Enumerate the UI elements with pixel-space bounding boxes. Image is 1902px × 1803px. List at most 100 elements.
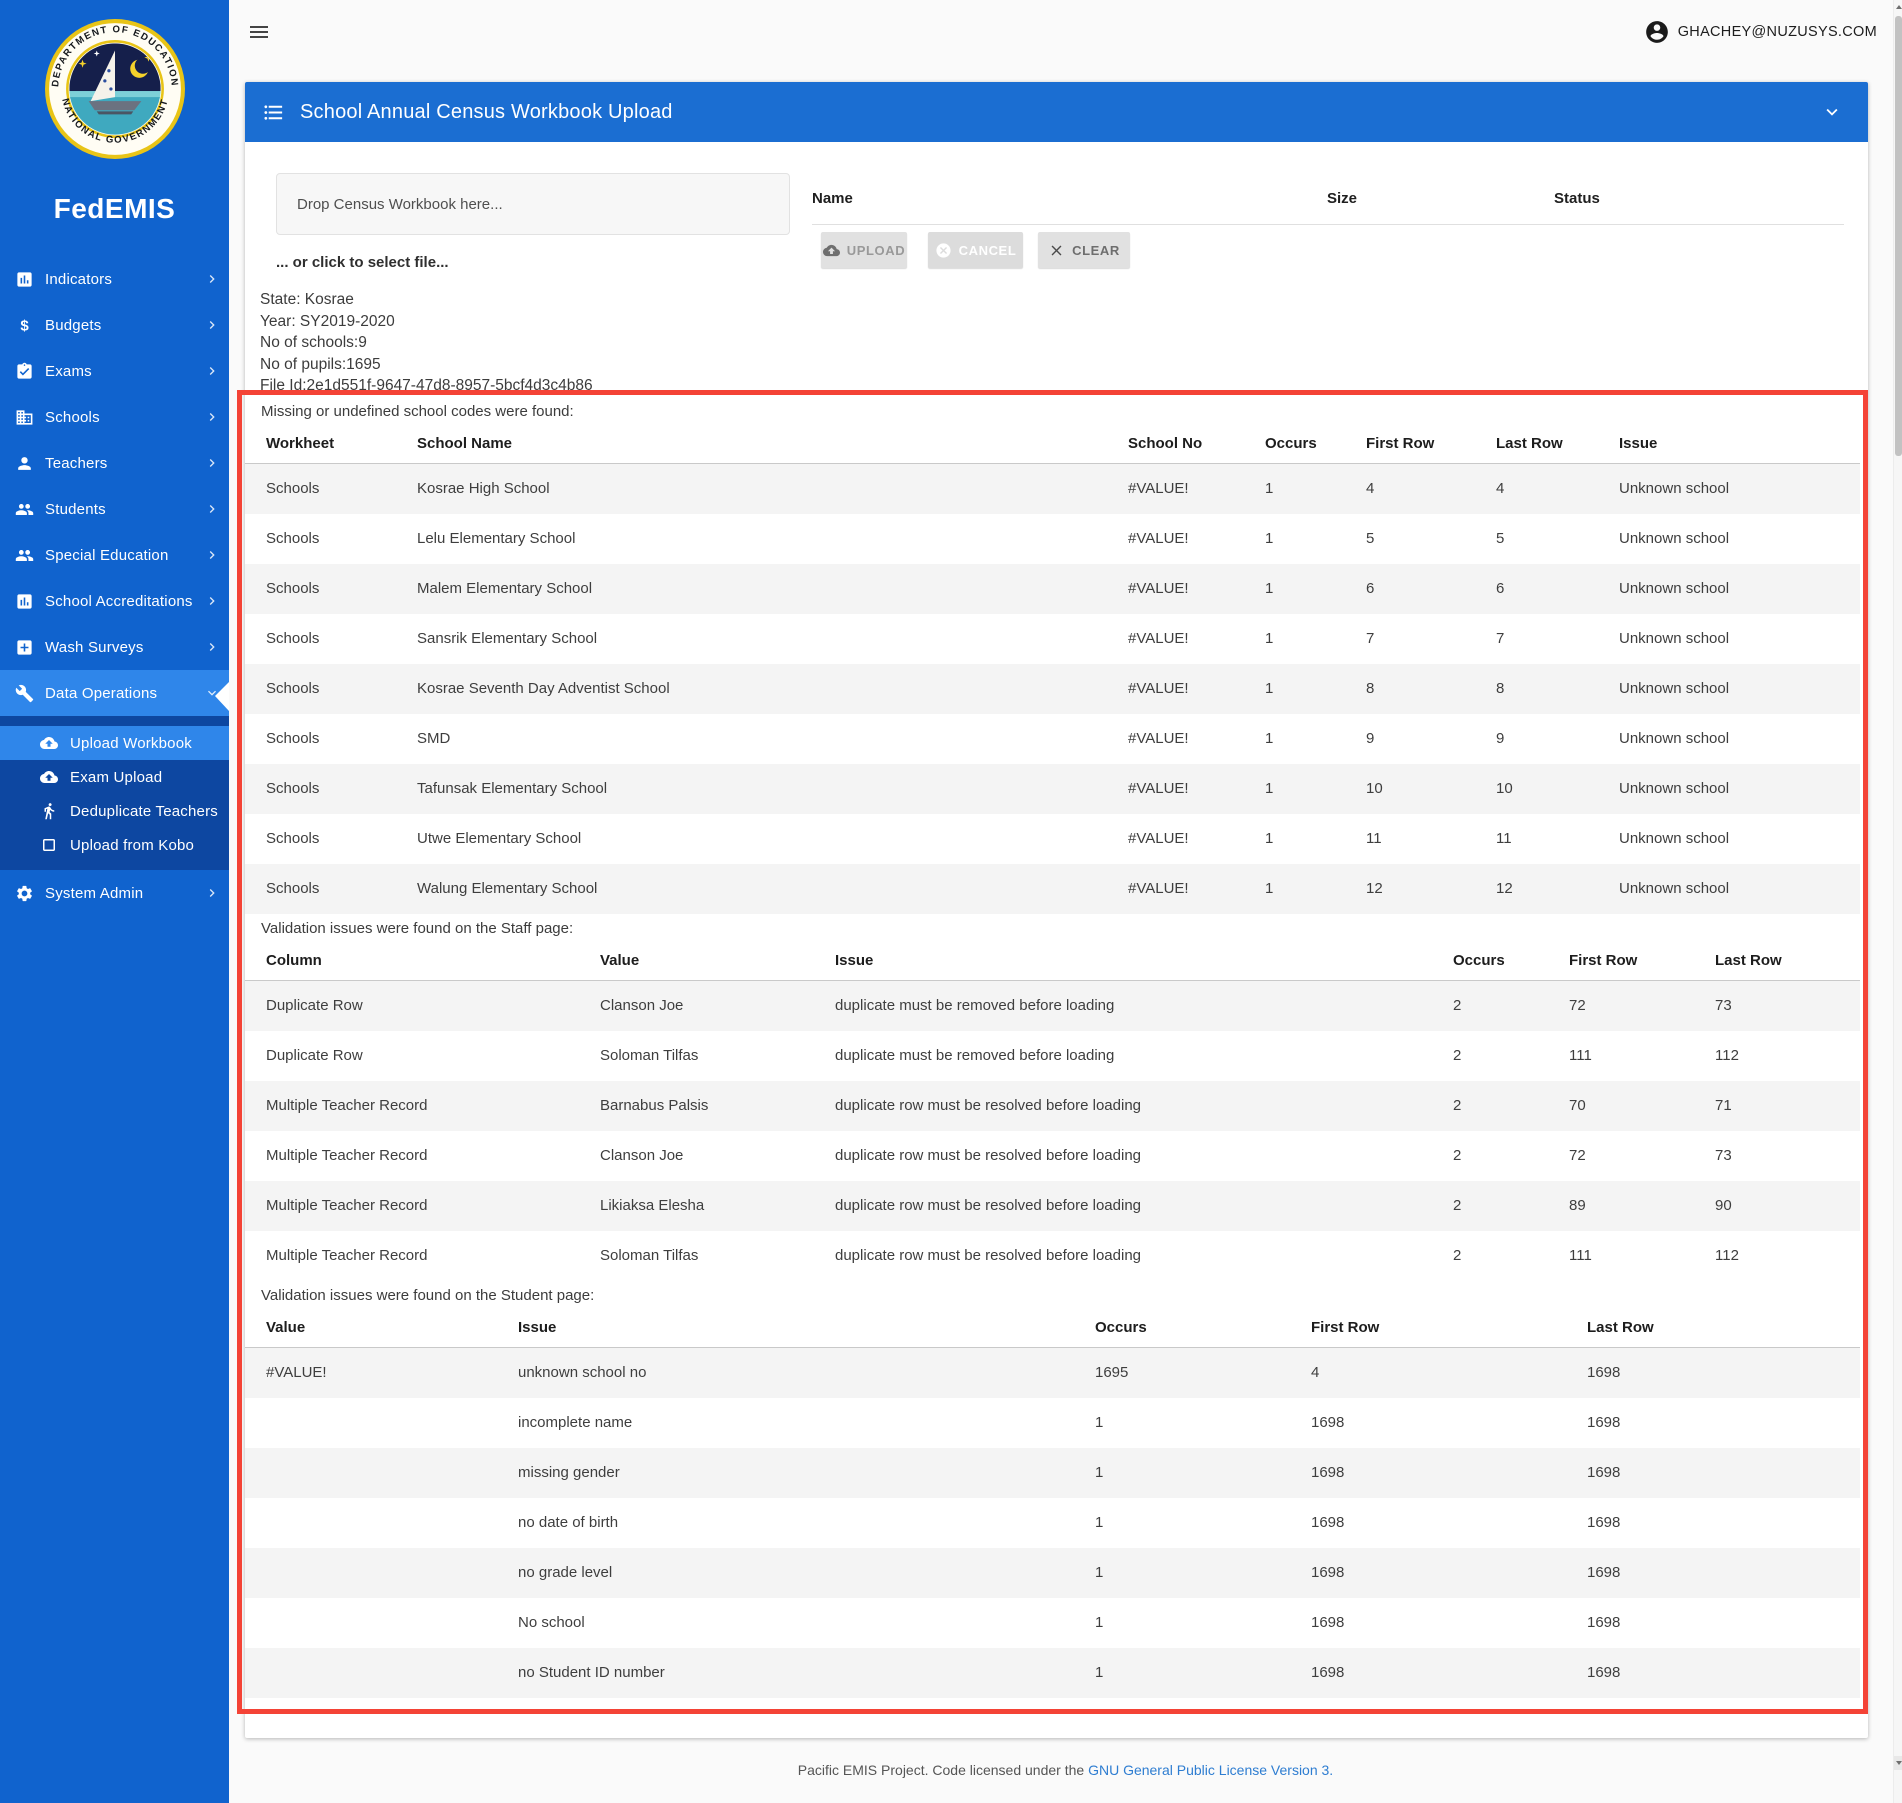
walking-person-icon xyxy=(40,802,58,820)
people-icon xyxy=(15,500,34,519)
table-cell xyxy=(245,1398,518,1448)
sidebar-item-data-operations[interactable]: Data Operations xyxy=(0,670,229,716)
license-link[interactable]: GNU General Public License Version 3. xyxy=(1088,1762,1333,1778)
upload-button[interactable]: UPLOAD xyxy=(821,232,907,268)
sidebar-item-exams[interactable]: Exams xyxy=(0,348,229,394)
logo-area: DEPARTMENT OF EDUCATION NATIONAL GOVERNM… xyxy=(0,0,229,225)
table-cell: #VALUE! xyxy=(1128,564,1265,614)
table-cell: 5 xyxy=(1496,514,1619,564)
table-cell: duplicate must be removed before loading xyxy=(835,981,1453,1031)
table-cell: 1 xyxy=(1265,464,1366,514)
scrollbar-down-arrow[interactable] xyxy=(1894,1756,1902,1770)
table-cell: Barnabus Palsis xyxy=(600,1081,835,1131)
table-cell: 1698 xyxy=(1587,1498,1860,1548)
table-cell: 2 xyxy=(1453,1181,1569,1231)
summary-schools: No of schools:9 xyxy=(260,332,1868,354)
column-header: School No xyxy=(1128,424,1265,464)
sidebar-item-label: Deduplicate Teachers xyxy=(70,803,218,820)
table-cell: 7 xyxy=(1366,614,1496,664)
click-to-select-text[interactable]: ... or click to select file... xyxy=(276,254,449,271)
chevron-right-icon xyxy=(204,409,220,425)
hamburger-menu-icon[interactable] xyxy=(247,20,271,44)
scrollbar[interactable] xyxy=(1893,0,1902,1803)
sidebar-item-exam-upload[interactable]: Exam Upload xyxy=(0,760,229,794)
column-header: Last Row xyxy=(1496,424,1619,464)
table-cell: 11 xyxy=(1496,814,1619,864)
table-row: no date of birth116981698 xyxy=(245,1498,1860,1548)
table-row: SchoolsMalem Elementary School#VALUE!166… xyxy=(245,564,1860,614)
table-cell: 4 xyxy=(1496,464,1619,514)
workbook-summary: State: Kosrae Year: SY2019-2020 No of sc… xyxy=(245,289,1868,397)
chevron-right-icon xyxy=(204,363,220,379)
table-header-row: ColumnValueIssueOccursFirst RowLast Row xyxy=(245,941,1860,981)
column-header: Value xyxy=(245,1308,518,1348)
sidebar-item-students[interactable]: Students xyxy=(0,486,229,532)
table-row: SchoolsKosrae High School#VALUE!144Unkno… xyxy=(245,464,1860,514)
cancel-button-label: CANCEL xyxy=(959,243,1017,258)
scrollbar-up-arrow[interactable] xyxy=(1894,0,1902,14)
table-row: Multiple Teacher RecordSoloman Tilfasdup… xyxy=(245,1231,1860,1281)
table-row: no Student ID number116981698 xyxy=(245,1648,1860,1698)
sidebar-item-deduplicate-teachers[interactable]: Deduplicate Teachers xyxy=(0,794,229,828)
table-cell: 12 xyxy=(1496,864,1619,914)
main-area: GHACHEY@NUZUSYS.COM School Annual Census… xyxy=(229,0,1902,1803)
sidebar-item-schools[interactable]: Schools xyxy=(0,394,229,440)
sidebar-item-indicators[interactable]: Indicators xyxy=(0,256,229,302)
table-cell: missing gender xyxy=(518,1448,1095,1498)
table-cell: Schools xyxy=(245,764,417,814)
table-row: #VALUE!unknown school no169541698 xyxy=(245,1348,1860,1398)
table-cell: Clanson Joe xyxy=(600,981,835,1031)
sidebar-item-upload-workbook[interactable]: Upload Workbook xyxy=(0,726,229,760)
column-header: Issue xyxy=(518,1308,1095,1348)
active-menu-arrow xyxy=(215,682,229,711)
sidebar-item-system-admin[interactable]: System Admin xyxy=(0,870,229,916)
scrollbar-thumb[interactable] xyxy=(1895,16,1902,456)
table-cell: duplicate row must be resolved before lo… xyxy=(835,1131,1453,1181)
table-cell xyxy=(245,1548,518,1598)
sidebar-item-label: Teachers xyxy=(45,455,107,472)
clear-button[interactable]: CLEAR xyxy=(1038,232,1130,268)
app-brand: FedEMIS xyxy=(0,193,229,225)
table-cell: 112 xyxy=(1715,1031,1860,1081)
column-header: Occurs xyxy=(1095,1308,1311,1348)
table-cell: 1 xyxy=(1095,1548,1311,1598)
sidebar-item-special-education[interactable]: Special Education xyxy=(0,532,229,578)
table-cell: #VALUE! xyxy=(1128,864,1265,914)
file-list-divider xyxy=(812,224,1844,225)
sidebar-item-budgets[interactable]: Budgets xyxy=(0,302,229,348)
table-cell: Likiaksa Elesha xyxy=(600,1181,835,1231)
upload-button-label: UPLOAD xyxy=(847,243,906,258)
collapse-chevron-icon[interactable] xyxy=(1821,101,1843,123)
table-cell: Lelu Elementary School xyxy=(417,514,1128,564)
user-menu[interactable]: GHACHEY@NUZUSYS.COM xyxy=(1644,19,1877,45)
sidebar-item-school-accreditations[interactable]: School Accreditations xyxy=(0,578,229,624)
file-status-column-header: Status xyxy=(1554,190,1600,207)
table-cell: 5 xyxy=(1366,514,1496,564)
table-cell xyxy=(245,1598,518,1648)
column-header: Issue xyxy=(1619,424,1860,464)
sidebar-item-wash-surveys[interactable]: Wash Surveys xyxy=(0,624,229,670)
summary-state: State: Kosrae xyxy=(260,289,1868,311)
table-row: no grade level116981698 xyxy=(245,1548,1860,1598)
table-row: Duplicate RowSoloman Tilfasduplicate mus… xyxy=(245,1031,1860,1081)
square-icon xyxy=(40,836,58,854)
summary-file-id: File Id:2e1d551f-9647-47d8-8957-5bcf4d3c… xyxy=(260,375,1868,397)
user-email: GHACHEY@NUZUSYS.COM xyxy=(1678,24,1877,40)
cancel-button[interactable]: CANCEL xyxy=(928,232,1023,268)
table-cell: 1 xyxy=(1265,614,1366,664)
table-cell: Schools xyxy=(245,814,417,864)
table-cell: Multiple Teacher Record xyxy=(245,1231,600,1281)
column-header: First Row xyxy=(1569,941,1715,981)
table-cell: Unknown school xyxy=(1619,764,1860,814)
table-cell: Kosrae High School xyxy=(417,464,1128,514)
cloud-upload-icon xyxy=(40,768,58,786)
table-cell: Unknown school xyxy=(1619,614,1860,664)
footer: Pacific EMIS Project. Code licensed unde… xyxy=(229,1762,1902,1778)
table-cell: 72 xyxy=(1569,1131,1715,1181)
file-dropzone[interactable]: Drop Census Workbook here... xyxy=(276,173,790,235)
sidebar-item-upload-from-kobo[interactable]: Upload from Kobo xyxy=(0,828,229,862)
table-cell: Utwe Elementary School xyxy=(417,814,1128,864)
table-cell: no grade level xyxy=(518,1548,1095,1598)
sidebar-item-teachers[interactable]: Teachers xyxy=(0,440,229,486)
column-header: Occurs xyxy=(1265,424,1366,464)
